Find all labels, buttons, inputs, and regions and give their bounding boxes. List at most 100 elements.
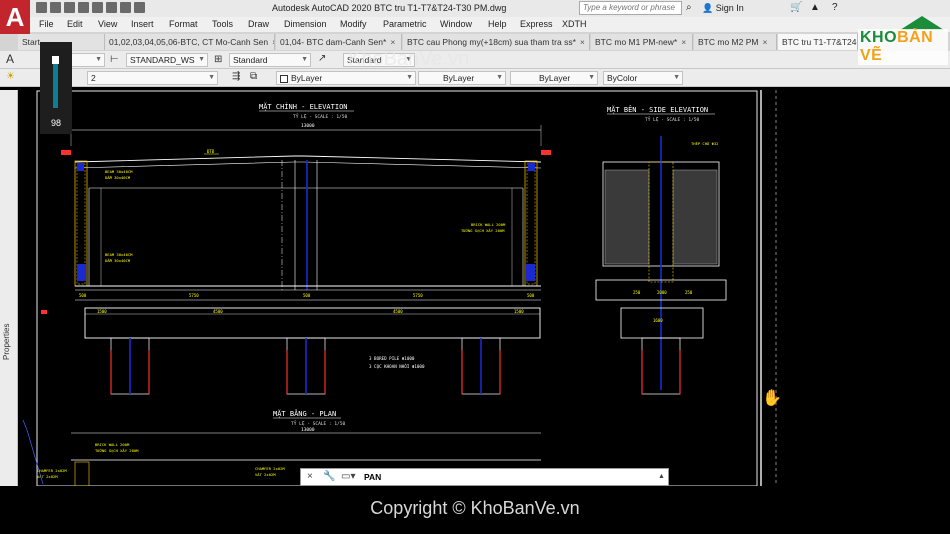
menu-view[interactable]: View <box>98 19 117 29</box>
text-style-combo[interactable]: STANDARD_WS ▼ <box>126 53 208 67</box>
menu-tools[interactable]: Tools <box>212 19 233 29</box>
fps-value: 98 <box>50 118 61 128</box>
color-swatch <box>280 74 288 83</box>
new-file-icon[interactable] <box>36 2 47 13</box>
menu-file[interactable]: File <box>39 19 54 29</box>
plan-scale: TỶ LỆ - SCALE : 1/50 <box>291 419 345 427</box>
drawing-canvas[interactable]: MẶT CHÍNH - ELEVATION TỶ LỆ - SCALE : 1/… <box>19 90 950 486</box>
cad-drawing: MẶT CHÍNH - ELEVATION TỶ LỆ - SCALE : 1/… <box>22 90 777 486</box>
close-icon[interactable]: × <box>272 37 274 47</box>
dim-style-icon[interactable]: ⊢ <box>110 54 119 65</box>
text-style-combo-a[interactable]: ▼ <box>71 53 105 67</box>
beam-note-3: BEAM 30x40CM <box>105 252 133 257</box>
menu-insert[interactable]: Insert <box>131 19 154 29</box>
properties-panel[interactable]: Properties <box>0 90 18 486</box>
search-input[interactable]: Type a keyword or phrase <box>579 1 682 15</box>
menu-dimension[interactable]: Dimension <box>284 19 327 29</box>
combo-value: Standard <box>233 55 268 65</box>
window-title: Autodesk AutoCAD 2020 BTC tru T1-T7&T24-… <box>272 3 507 13</box>
close-icon[interactable]: × <box>762 37 767 47</box>
cart-icon[interactable]: 🛒 <box>790 2 802 13</box>
menu-xdth[interactable]: XDTH <box>562 19 587 29</box>
text-style-icon[interactable]: A <box>6 52 14 66</box>
user-icon: 👤 <box>702 3 714 13</box>
house-icon <box>900 16 944 30</box>
menu-format[interactable]: Format <box>169 19 198 29</box>
tab-file[interactable]: BTC mo M2 PM × <box>694 34 777 50</box>
layer-icon[interactable]: ☀ <box>6 71 15 82</box>
chamfer-4: VÁT 2x02M <box>255 472 276 477</box>
close-icon[interactable]: × <box>307 471 313 482</box>
tab-label: 01,02,03,04,05,06-BTC, CT Mo-Canh Sen <box>109 37 269 47</box>
menu-help[interactable]: Help <box>488 19 507 29</box>
print-icon[interactable] <box>92 2 103 13</box>
dimstyle-icon[interactable]: ⊞ <box>214 54 222 65</box>
dim-low-2: 4500 <box>393 309 403 314</box>
dim-mid-3: 5750 <box>413 293 423 298</box>
command-history-icon[interactable]: ▭▾ <box>341 471 355 482</box>
brand-text: KHOBẢN VẼ <box>858 29 948 65</box>
autocad-logo[interactable]: A <box>0 0 30 34</box>
dim-mid-0: 500 <box>79 293 87 298</box>
layer-combo[interactable]: 2 ▼ <box>87 71 218 85</box>
close-icon[interactable]: × <box>390 37 395 47</box>
menu-window[interactable]: Window <box>440 19 472 29</box>
menu-express[interactable]: Express <box>520 19 553 29</box>
title-bar: A Autodesk AutoCAD 2020 BTC tru T1-T7&T2… <box>0 0 950 34</box>
menu-parametric[interactable]: Parametric <box>383 19 427 29</box>
sign-in-link[interactable]: 👤 Sign In <box>702 3 744 14</box>
dim-low-3: 1500 <box>514 309 524 314</box>
undo-icon[interactable] <box>106 2 117 13</box>
menu-modify[interactable]: Modify <box>340 19 367 29</box>
wrench-icon[interactable]: 🔧 <box>323 471 335 482</box>
brand-logo: KHOBẢN VẼ <box>858 16 948 65</box>
color-combo[interactable]: ByLayer ▼ <box>276 71 416 85</box>
tab-label: BTC tru T1-T7&T24- <box>782 37 858 47</box>
plan-brick-1: BRICK WALL 200M <box>95 442 130 447</box>
tab-file[interactable]: 01,02,03,04,05,06-BTC, CT Mo-Canh Sen× <box>105 34 275 50</box>
center-watermark: KhoBanVe.vn <box>348 48 470 70</box>
close-icon[interactable]: × <box>681 37 686 47</box>
plan-dim-top: 13000 <box>301 427 315 433</box>
close-icon[interactable]: × <box>580 37 585 47</box>
dim-mid-2: 500 <box>303 293 311 298</box>
chamfer-3: CHAMFER 2x02M <box>255 466 285 471</box>
binoculars-icon[interactable]: ⌕ <box>686 2 692 13</box>
styles-toolbar: A ▼ ⊢ STANDARD_WS ▼ ⊞ Standard ▼ ↗ Standar… <box>0 51 950 69</box>
cap-top <box>74 155 542 163</box>
linetype-combo[interactable]: ByLayer ▼ <box>418 71 506 85</box>
tab-active-file[interactable]: BTC tru T1-T7&T24- <box>778 34 858 50</box>
save-as-icon[interactable] <box>78 2 89 13</box>
side-dim-2: 250 <box>685 290 693 295</box>
dim-low-0: 1500 <box>97 309 107 314</box>
autodesk-icon[interactable]: ▲ <box>810 2 820 13</box>
redo-icon[interactable] <box>120 2 131 13</box>
save-icon[interactable] <box>64 2 75 13</box>
lineweight-combo[interactable]: ByLayer ▼ <box>510 71 598 85</box>
plotstyle-combo[interactable]: ByColor ▼ <box>603 71 683 85</box>
side-dim-0: 250 <box>633 290 641 295</box>
multileader-icon[interactable]: ↗ <box>318 53 326 64</box>
chamfer-1: CHAMFER 2x02M <box>37 468 67 473</box>
sign-in-label: Sign In <box>715 3 744 13</box>
plan-title: MẶT BẰNG - PLAN <box>273 409 336 418</box>
menu-draw[interactable]: Draw <box>248 19 269 29</box>
beam-note-2: DẦM 30x40CM <box>105 175 131 180</box>
tab-label: Start <box>22 37 40 47</box>
share-icon[interactable] <box>134 2 145 13</box>
command-line[interactable]: × 🔧 ▭▾ PAN ▲ <box>300 468 669 486</box>
pile-note-1: 3 BORED PILE Φ1000 <box>369 356 415 361</box>
side-dim-1: 2000 <box>657 290 667 295</box>
tab-label: BTC mo M2 PM <box>698 37 759 47</box>
properties-toolbar: ☀ 2 ▼ ⇶ ⧉ ByLayer ▼ ByLayer ▼ ByLayer ▼ ByCo… <box>0 69 950 87</box>
match-layer-icon[interactable]: ⧉ <box>250 71 257 82</box>
tab-file[interactable]: BTC mo M1 PM-new* × <box>591 34 693 50</box>
menu-edit[interactable]: Edit <box>67 19 83 29</box>
properties-label: Properties <box>2 323 11 360</box>
chevron-up-icon[interactable]: ▲ <box>658 473 665 480</box>
open-file-icon[interactable] <box>50 2 61 13</box>
make-current-icon[interactable]: ⇶ <box>232 71 240 82</box>
elev-label: ĐTĐ <box>207 149 215 154</box>
help-icon[interactable]: ? <box>832 2 838 13</box>
dim-style-combo[interactable]: Standard ▼ <box>229 53 311 67</box>
